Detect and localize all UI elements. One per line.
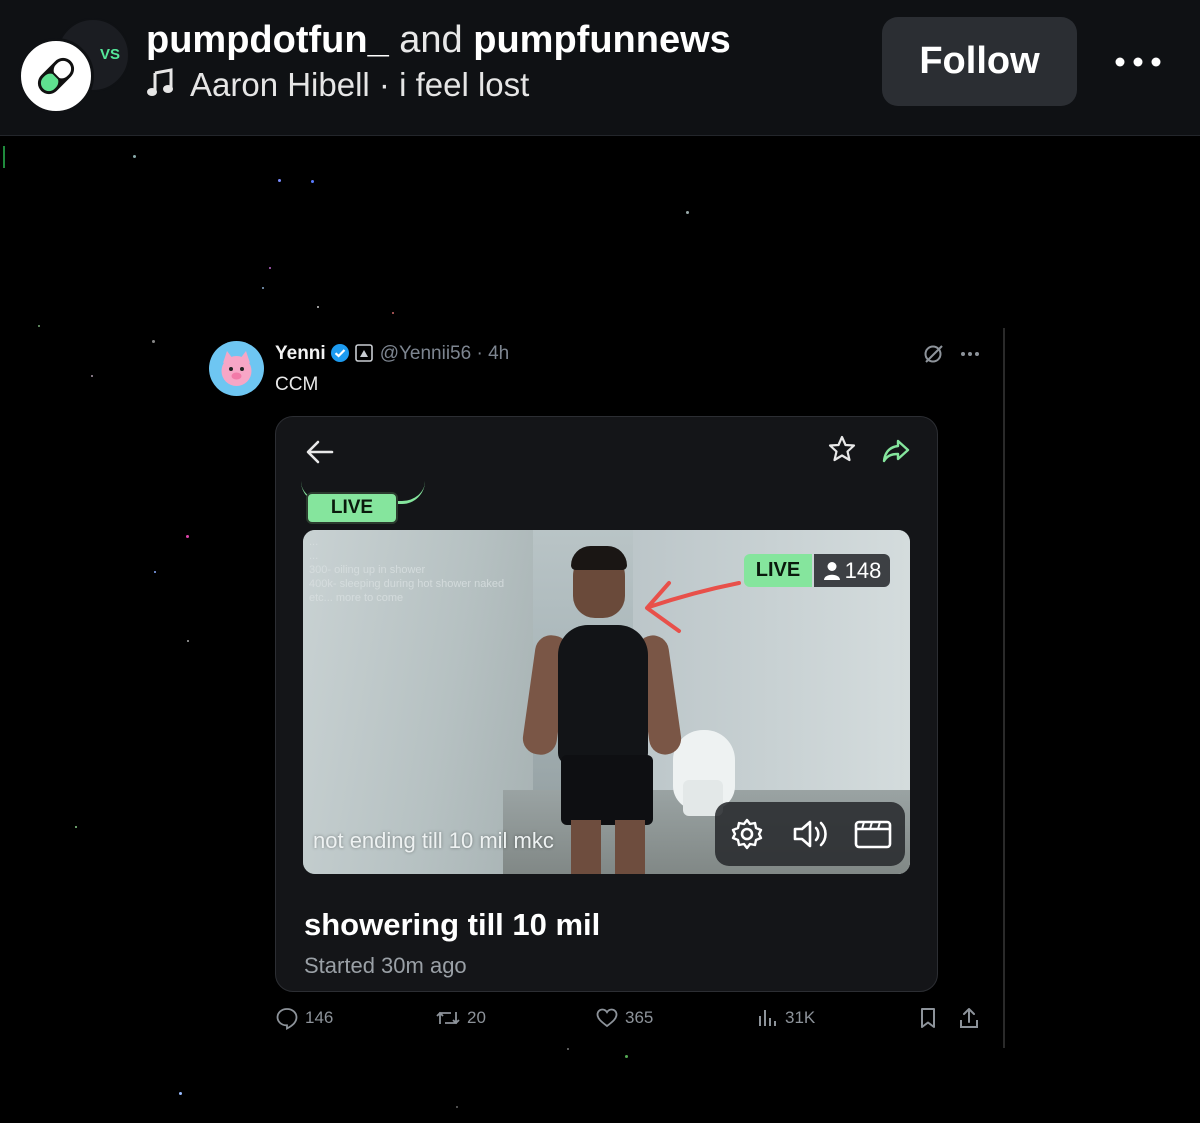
account-secondary[interactable]: pumpfunnews xyxy=(473,19,731,61)
overlay-line: 400k- sleeping during hot shower naked xyxy=(309,578,505,590)
viewer-count: 148 xyxy=(844,557,882,583)
title-joiner: and xyxy=(399,19,463,61)
live-video[interactable]: ... ... 300- oiling up in shower 400k- s… xyxy=(303,530,910,874)
video-controls xyxy=(715,802,905,866)
tweet-header: Yenni @Yennii56 · 4h xyxy=(275,342,509,370)
follow-button[interactable]: Follow xyxy=(882,17,1077,106)
views-button[interactable]: 31K xyxy=(757,1006,815,1030)
tweet-text: CCM xyxy=(275,374,319,395)
tweet-action-bar: 146 20 365 31K xyxy=(275,1006,995,1036)
viewer-count-badge: 148 xyxy=(814,554,890,587)
volume-icon[interactable] xyxy=(790,814,830,854)
post-header: VS pumpdotfun_ and pumpfunnews Aaron Hib… xyxy=(0,0,1200,136)
grok-icon[interactable] xyxy=(922,342,946,366)
music-track: Aaron Hibell · i feel lost xyxy=(190,66,530,103)
like-count: 365 xyxy=(625,1008,654,1027)
upload-button[interactable] xyxy=(957,1006,981,1030)
more-icon[interactable] xyxy=(958,342,982,366)
person-icon xyxy=(823,561,840,580)
collab-avatars[interactable]: VS xyxy=(18,16,130,114)
music-info[interactable]: Aaron Hibell · i feel lost xyxy=(146,65,529,107)
live-badge: LIVE xyxy=(744,554,812,587)
bookmark-icon xyxy=(921,1008,935,1028)
post-title: pumpdotfun_ and pumpfunnews xyxy=(146,18,731,62)
repost-button[interactable]: 20 xyxy=(435,1006,486,1030)
repost-icon xyxy=(436,1011,460,1025)
repost-count: 20 xyxy=(467,1008,486,1027)
tweet-avatar[interactable] xyxy=(209,341,264,396)
like-icon xyxy=(596,1008,618,1028)
music-note-icon xyxy=(146,67,180,107)
avatar-badge: VS xyxy=(99,46,120,63)
reply-button[interactable]: 146 xyxy=(275,1006,333,1030)
id-card-icon xyxy=(354,343,374,370)
like-button[interactable]: 365 xyxy=(595,1006,653,1030)
tweet-handle-time[interactable]: @Yennii56 · 4h xyxy=(380,343,510,364)
upload-icon xyxy=(960,1008,978,1028)
stream-title: showering till 10 mil xyxy=(304,907,601,942)
account-primary[interactable]: pumpdotfun_ xyxy=(146,19,389,61)
overlay-line: ... xyxy=(309,536,319,548)
overlay-line: ... xyxy=(309,550,319,562)
clapperboard-icon[interactable] xyxy=(853,814,893,854)
pill-icon xyxy=(37,57,75,95)
settings-icon[interactable] xyxy=(727,814,767,854)
share-icon[interactable] xyxy=(881,437,911,465)
embedded-stream-card[interactable]: LIVE ... ... 300- oiling up in shower 40… xyxy=(275,416,938,992)
tweet-display-name[interactable]: Yenni xyxy=(275,343,326,364)
bookmark-button[interactable] xyxy=(917,1006,939,1030)
reply-count: 146 xyxy=(305,1008,334,1027)
view-count: 31K xyxy=(785,1008,816,1027)
top-live-badge: LIVE xyxy=(306,492,398,524)
verified-icon xyxy=(330,343,350,370)
stream-started: Started 30m ago xyxy=(304,953,467,978)
reply-icon xyxy=(276,1008,298,1030)
primary-avatar[interactable] xyxy=(18,38,94,114)
thread-divider xyxy=(1003,328,1005,1048)
red-arrow-annotation xyxy=(645,581,741,633)
star-icon[interactable] xyxy=(828,435,856,463)
back-arrow-icon[interactable] xyxy=(304,437,336,467)
overlay-line: 300- oiling up in shower xyxy=(309,564,426,576)
more-icon[interactable] xyxy=(1110,48,1166,76)
views-icon xyxy=(759,1010,776,1026)
stream-caption: not ending till 10 mil mkc xyxy=(313,828,554,853)
overlay-line: etc... more to come xyxy=(309,592,404,604)
